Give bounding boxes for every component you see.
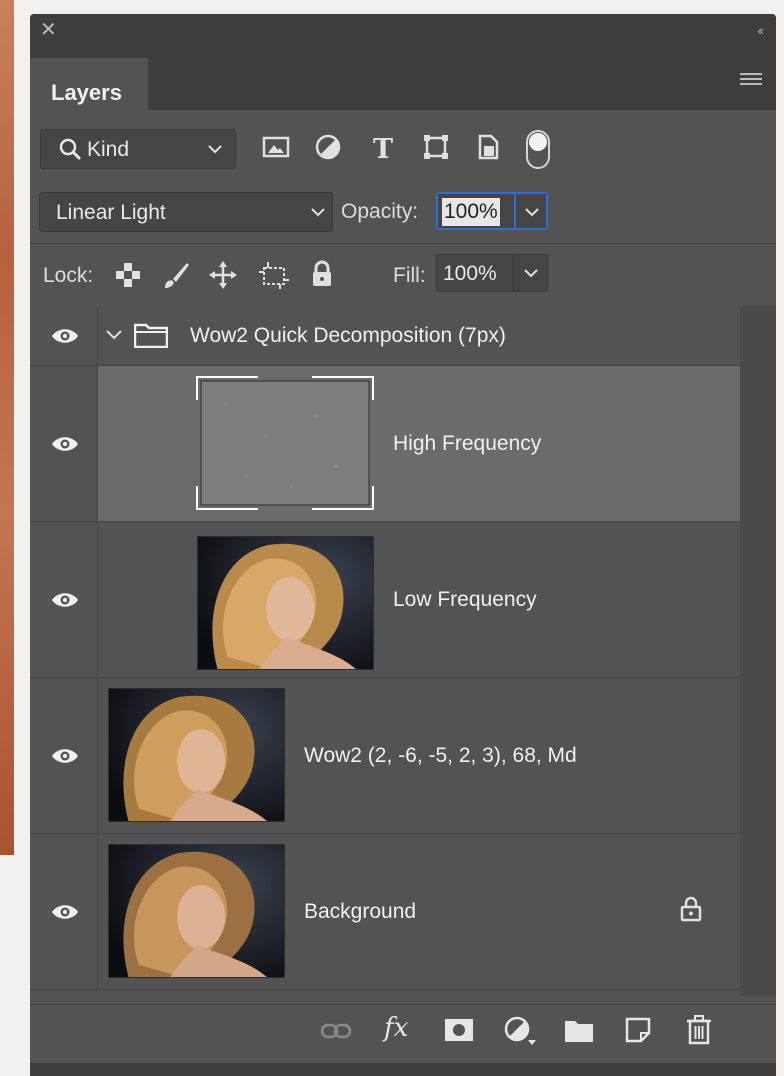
- lock-artboard-icon[interactable]: [258, 260, 290, 290]
- filter-toggle[interactable]: [526, 130, 550, 169]
- visibility-column[interactable]: [30, 522, 98, 677]
- new-layer-icon[interactable]: [625, 1017, 651, 1043]
- close-icon[interactable]: ✕: [40, 20, 57, 40]
- shape-filter-icon[interactable]: [422, 133, 450, 161]
- kind-filter-dropdown[interactable]: Kind: [40, 129, 236, 169]
- layers-panel: ✕ ‹‹ Layers Kind T Linear Light Opacity:…: [30, 14, 776, 1076]
- opacity-label: Opacity:: [341, 200, 419, 223]
- lock-row: Lock: Fill: 100%: [30, 254, 776, 296]
- search-icon: [59, 138, 82, 161]
- filter-row: Kind T: [30, 129, 776, 171]
- lock-all-icon[interactable]: [310, 260, 334, 288]
- divider: [30, 243, 776, 244]
- layer-thumbnail[interactable]: [108, 844, 285, 978]
- fill-label: Fill:: [393, 264, 426, 287]
- layer-name: Wow2 (2, -6, -5, 2, 3), 68, Md: [304, 744, 577, 767]
- opacity-value[interactable]: 100%: [442, 198, 500, 226]
- lock-icon: [680, 896, 702, 922]
- layer-thumbnail[interactable]: [196, 376, 374, 510]
- collapse-icon[interactable]: ‹‹: [757, 23, 764, 38]
- fx-icon[interactable]: fx: [384, 1013, 408, 1043]
- layer-row-high-frequency[interactable]: High Frequency: [30, 366, 740, 522]
- toggle-knob: [529, 133, 547, 151]
- layer-group-row[interactable]: Wow2 Quick Decomposition (7px): [30, 306, 740, 366]
- visibility-column[interactable]: [30, 306, 98, 365]
- visibility-column[interactable]: [30, 834, 98, 989]
- delete-layer-icon[interactable]: [686, 1015, 712, 1045]
- layers-list: Wow2 Quick Decomposition (7px) High Freq…: [30, 306, 740, 996]
- eye-icon[interactable]: [51, 435, 79, 453]
- portrait-thumbnail: [109, 689, 284, 821]
- fill-field[interactable]: 100%: [436, 254, 548, 292]
- blend-mode-value: Linear Light: [56, 201, 166, 224]
- layer-name: Low Frequency: [393, 588, 537, 611]
- link-layers-icon[interactable]: [320, 1022, 352, 1040]
- eye-icon[interactable]: [51, 327, 79, 345]
- blend-mode-dropdown[interactable]: Linear Light: [39, 192, 333, 232]
- kind-label: Kind: [87, 138, 130, 161]
- canvas-edge: [0, 0, 14, 855]
- layer-thumbnail[interactable]: [108, 688, 285, 822]
- portrait-thumbnail: [198, 537, 373, 669]
- layer-thumbnail[interactable]: [197, 536, 374, 670]
- layer-name: Wow2 Quick Decomposition (7px): [190, 324, 506, 347]
- layers-bottom-bar: fx: [30, 1004, 776, 1056]
- opacity-field[interactable]: 100%: [436, 192, 548, 230]
- layers-scrollbar[interactable]: [740, 306, 776, 996]
- image-filter-icon[interactable]: [262, 133, 290, 161]
- fill-divider: [513, 255, 514, 291]
- blend-row: Linear Light Opacity: 100%: [30, 192, 776, 234]
- smart-object-filter-icon[interactable]: [474, 133, 502, 161]
- chevron-down-icon[interactable]: [523, 263, 539, 283]
- chevron-down-icon: [208, 145, 222, 154]
- lock-image-pixels-icon[interactable]: [161, 260, 191, 290]
- portrait-thumbnail: [109, 845, 284, 977]
- layer-name: Background: [304, 900, 417, 923]
- visibility-column[interactable]: [30, 678, 98, 833]
- fill-value[interactable]: 100%: [443, 262, 497, 286]
- new-group-icon[interactable]: [564, 1019, 594, 1043]
- eye-icon[interactable]: [51, 591, 79, 609]
- lock-label: Lock:: [43, 264, 94, 287]
- eye-icon[interactable]: [51, 747, 79, 765]
- chevron-down-icon[interactable]: [105, 327, 123, 343]
- eye-icon[interactable]: [51, 903, 79, 921]
- chevron-down-icon[interactable]: [524, 202, 540, 222]
- panel-menu-icon[interactable]: [740, 73, 762, 89]
- type-filter-icon[interactable]: T: [370, 133, 398, 163]
- layer-name: High Frequency: [393, 432, 542, 455]
- visibility-column[interactable]: [30, 366, 98, 521]
- tab-layers[interactable]: Layers: [30, 58, 148, 110]
- panel-titlebar: ✕ ‹‹: [30, 14, 776, 48]
- type-filter-glyph: T: [373, 134, 393, 163]
- add-mask-icon[interactable]: [444, 1018, 474, 1042]
- new-adjustment-icon[interactable]: [504, 1016, 536, 1046]
- folder-icon: [134, 323, 168, 348]
- lock-transparent-pixels-icon[interactable]: [115, 262, 141, 288]
- resize-grip[interactable]: [30, 1063, 776, 1076]
- chevron-down-icon: [311, 208, 325, 217]
- layer-row-wow2[interactable]: Wow2 (2, -6, -5, 2, 3), 68, Md: [30, 678, 740, 834]
- adjustment-filter-icon[interactable]: [314, 133, 342, 161]
- layer-row-low-frequency[interactable]: Low Frequency: [30, 522, 740, 678]
- layer-row-background[interactable]: Background: [30, 834, 740, 990]
- tab-strip: Layers: [30, 48, 776, 110]
- thumbnail-frame: [196, 376, 374, 510]
- opacity-divider: [514, 194, 516, 228]
- lock-position-icon[interactable]: [208, 260, 238, 290]
